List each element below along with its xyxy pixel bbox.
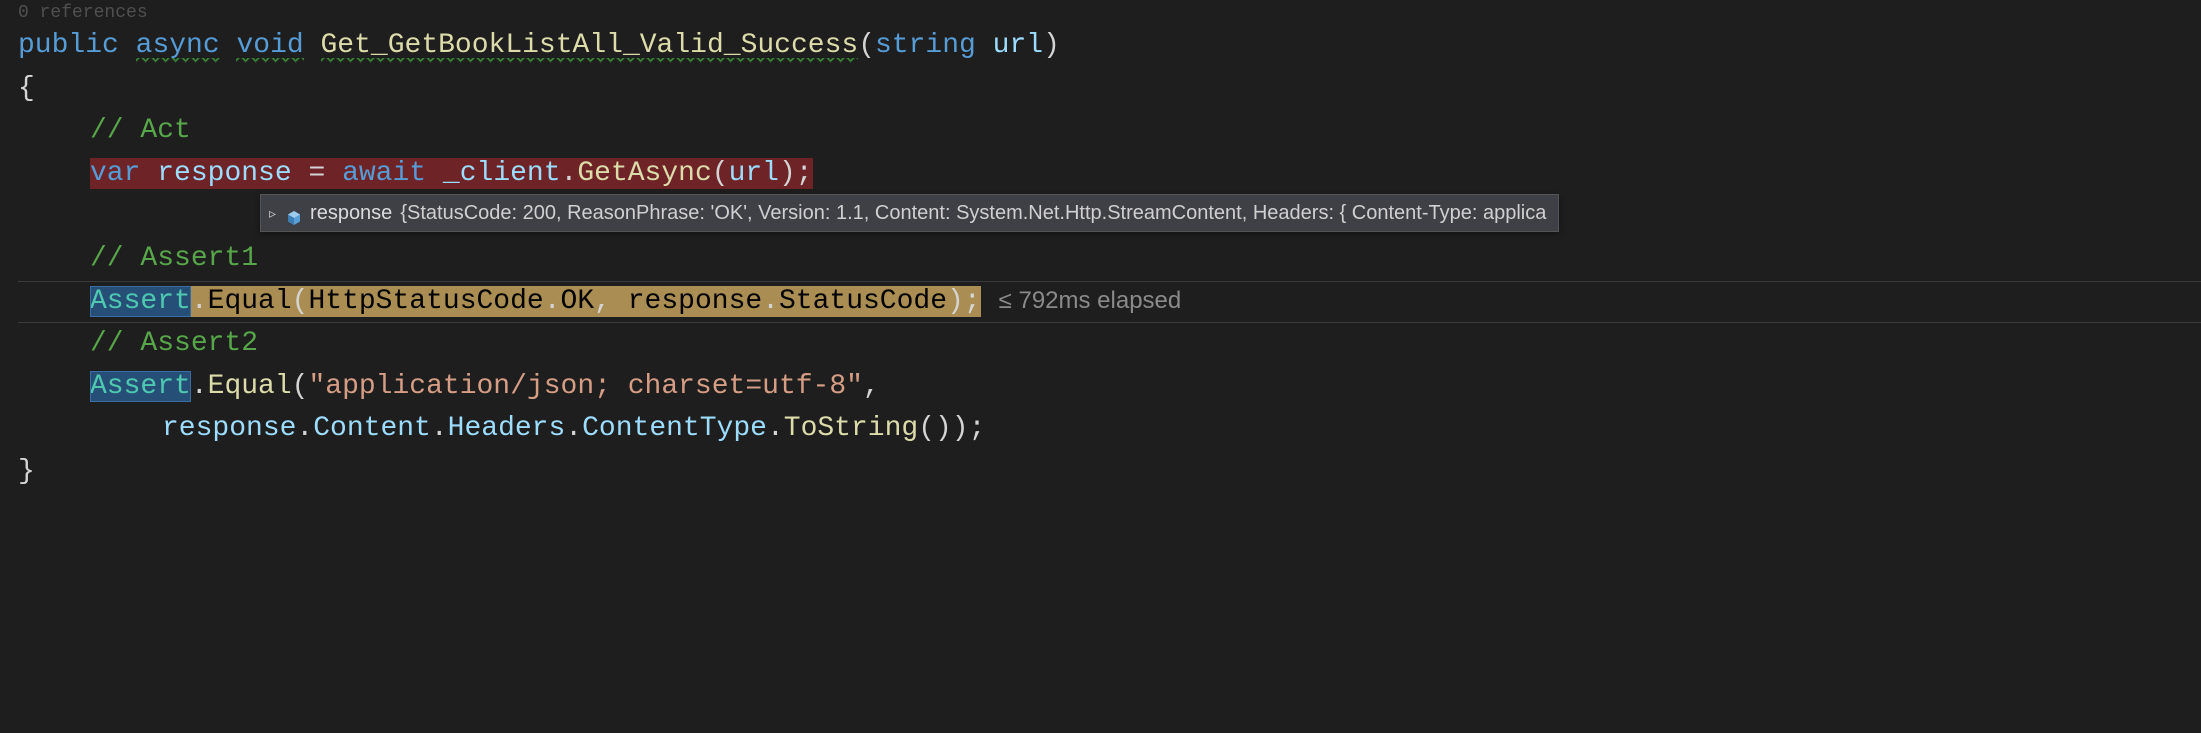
code-editor[interactable]: 0 references public async void Get_GetBo… <box>0 0 2201 493</box>
expr-response-content: response <box>162 413 296 444</box>
string-literal: "application/json; charset=utf-8" <box>308 371 863 402</box>
comment-assert1: // Assert1 <box>90 243 258 274</box>
paren-open: ( <box>858 30 875 61</box>
brace-open: { <box>18 73 35 104</box>
keyword-public: public <box>18 30 119 61</box>
equals: = <box>292 158 342 189</box>
code-line[interactable]: { <box>18 68 2201 111</box>
method-getasync: GetAsync <box>577 158 711 189</box>
identifier-response: response <box>628 286 762 317</box>
identifier-client: _client <box>443 158 561 189</box>
code-line[interactable]: // Act <box>18 110 2201 153</box>
keyword-void: void <box>236 30 303 64</box>
type-assert: Assert <box>90 286 191 317</box>
method-equal: Equal <box>208 371 292 402</box>
keyword-await: await <box>342 158 426 189</box>
identifier-response: response <box>157 158 291 189</box>
param-type: string <box>875 30 976 61</box>
datatip-value: {StatusCode: 200, ReasonPhrase: 'OK', Ve… <box>400 198 1546 228</box>
code-line[interactable]: public async void Get_GetBookListAll_Val… <box>18 25 2201 68</box>
brace-close: } <box>18 456 35 487</box>
identifier-url: url <box>729 158 779 189</box>
datatip-variable: response <box>310 198 392 228</box>
debug-datatip[interactable]: ▹ response {StatusCode: 200, ReasonPhras… <box>260 194 1559 232</box>
code-line[interactable]: // Assert1 <box>18 238 2201 281</box>
param-name: url <box>993 30 1043 61</box>
codelens-references[interactable]: 0 references <box>18 0 2201 27</box>
code-line-current[interactable]: Assert.Equal(HttpStatusCode.OK, response… <box>18 281 2201 324</box>
keyword-async: async <box>136 30 220 64</box>
method-name: Get_GetBookListAll_Valid_Success <box>321 30 859 64</box>
code-line[interactable]: } <box>18 451 2201 494</box>
perf-tip[interactable]: ≤ 792ms elapsed <box>981 287 1182 314</box>
keyword-var: var <box>90 158 140 189</box>
code-line[interactable]: var response = await _client.GetAsync(ur… <box>18 153 2201 196</box>
code-line[interactable]: Assert.Equal("application/json; charset=… <box>18 366 2201 409</box>
member-statuscode: StatusCode <box>779 286 947 317</box>
comment-act: // Act <box>90 115 191 146</box>
type-assert: Assert <box>90 371 191 402</box>
code-line[interactable]: response.Content.Headers.ContentType.ToS… <box>18 408 2201 451</box>
comment-assert2: // Assert2 <box>90 328 258 359</box>
member-ok: OK <box>561 286 595 317</box>
code-line[interactable]: // Assert2 <box>18 323 2201 366</box>
variable-icon <box>286 205 302 221</box>
method-equal: Equal <box>208 286 292 317</box>
expand-icon[interactable]: ▹ <box>267 203 278 224</box>
type-httpstatuscode: HttpStatusCode <box>308 286 543 317</box>
paren-close: ) <box>1043 30 1060 61</box>
